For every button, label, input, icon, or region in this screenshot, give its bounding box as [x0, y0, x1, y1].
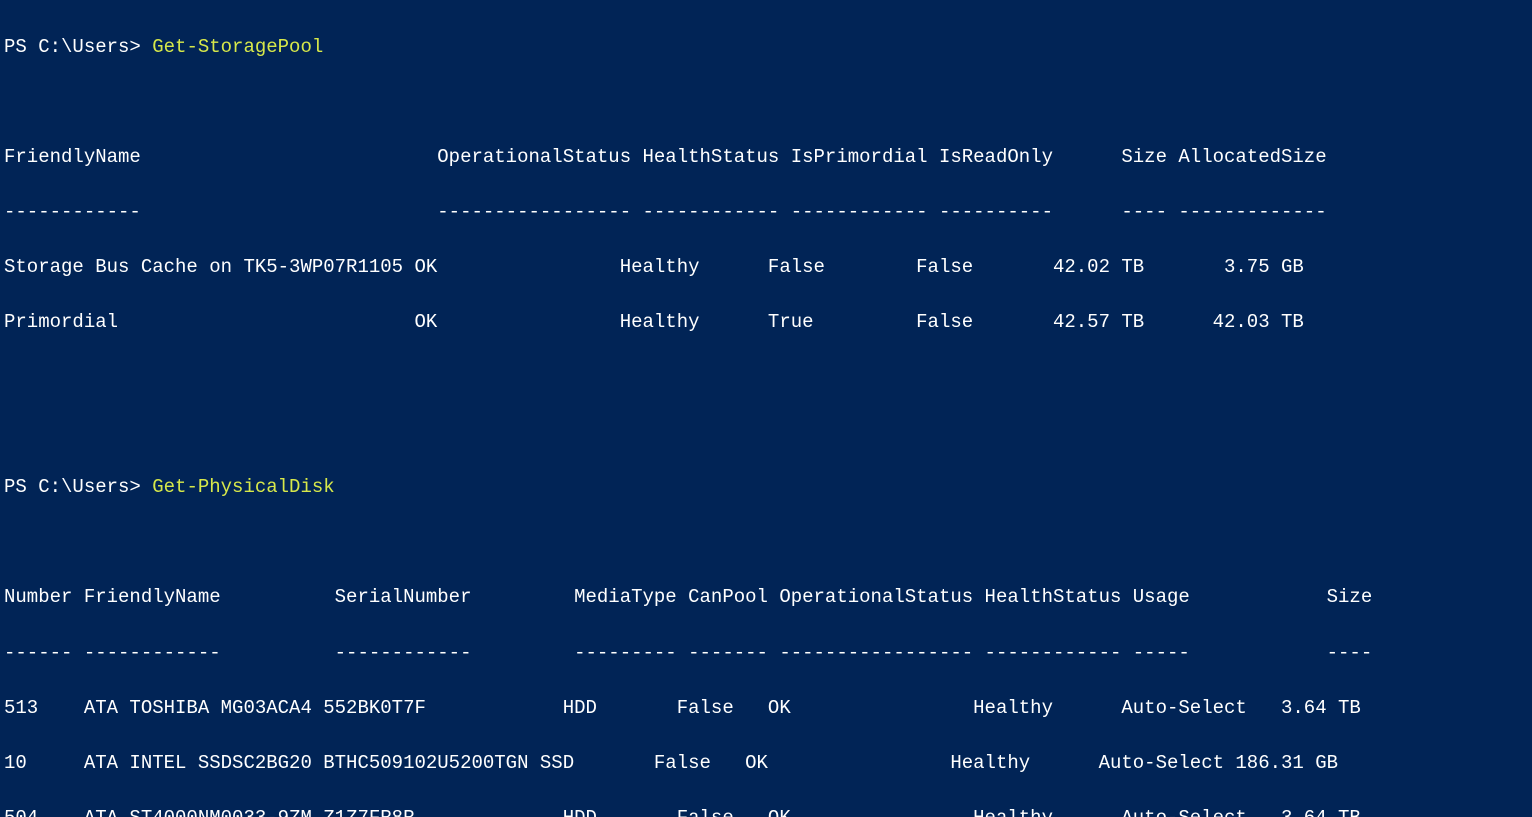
blank-line	[4, 419, 1528, 447]
prompt-line-2: PS C:\Users> Get-PhysicalDisk	[4, 474, 1528, 502]
command-text: Get-StoragePool	[152, 36, 323, 58]
command-text: Get-PhysicalDisk	[152, 476, 334, 498]
pool-row: Storage Bus Cache on TK5-3WP07R1105 OK H…	[4, 254, 1528, 282]
disk-divider: ------ ------------ ------------ -------…	[4, 640, 1528, 668]
blank-line	[4, 364, 1528, 392]
disk-row: 504 ATA ST4000NM0033-9ZM Z1Z7FR8R HDD Fa…	[4, 805, 1528, 817]
powershell-terminal[interactable]: PS C:\Users> Get-StoragePool FriendlyNam…	[0, 0, 1532, 817]
prompt-prefix: PS C:\Users>	[4, 36, 152, 58]
disk-header: Number FriendlyName SerialNumber MediaTy…	[4, 584, 1528, 612]
pool-row: Primordial OK Healthy True False 42.57 T…	[4, 309, 1528, 337]
prompt-prefix: PS C:\Users>	[4, 476, 152, 498]
pool-divider: ------------ ----------------- ---------…	[4, 199, 1528, 227]
disk-row: 513 ATA TOSHIBA MG03ACA4 552BK0T7F HDD F…	[4, 695, 1528, 723]
prompt-line-1: PS C:\Users> Get-StoragePool	[4, 34, 1528, 62]
pool-header: FriendlyName OperationalStatus HealthSta…	[4, 144, 1528, 172]
blank-line	[4, 89, 1528, 117]
blank-line	[4, 529, 1528, 557]
disk-row: 10 ATA INTEL SSDSC2BG20 BTHC509102U5200T…	[4, 750, 1528, 778]
